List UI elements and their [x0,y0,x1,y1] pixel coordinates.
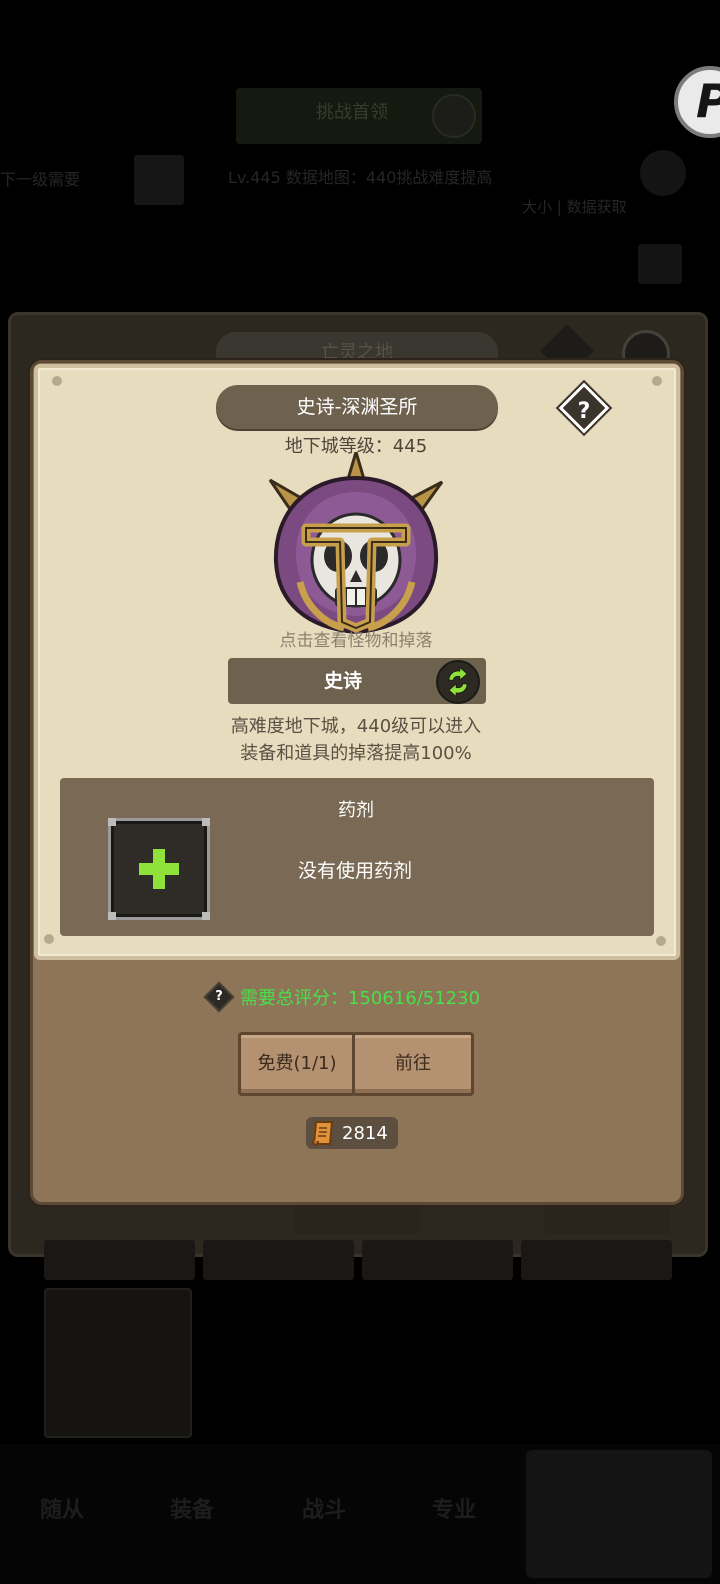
scroll-count: 2814 [342,1122,388,1144]
dungeon-description-line2: 装备和道具的掉落提高100% [240,743,472,764]
difficulty-label: 史诗 [323,670,362,692]
bg-monster-card [44,1288,192,1438]
free-button[interactable]: 免费(1/1) [238,1032,356,1096]
bg-status-left: 下一级需要 [0,170,81,189]
bg-settings-icon [640,150,686,196]
help-icon: ? [577,399,591,425]
view-monsters-hint[interactable]: 点击查看怪物和掉落 [0,626,712,651]
bg-status-right: 大小 | 数据获取 [522,198,627,216]
plus-icon [139,849,179,889]
skull-boss-icon[interactable] [266,452,446,638]
score-help-icon[interactable]: ? [203,981,235,1013]
challenge-boss-button: 挑战首领 [236,88,482,144]
action-buttons: 免费(1/1) 前往 [238,1032,474,1096]
add-potion-button[interactable] [108,818,210,920]
scroll-currency: 2814 [306,1117,398,1149]
scroll-icon [312,1121,334,1146]
required-score-label: 需要总评分：150616/51230 [240,988,481,1009]
bg-tabs [44,1240,672,1280]
potion-status: 没有使用药剂 [298,860,413,882]
nav-battle: 战斗 [302,1498,347,1523]
boss-icon [432,94,476,138]
bg-shop-icon [638,244,682,284]
nav-followers: 随从 [40,1498,85,1523]
app-logo-icon: P [674,66,720,138]
required-score: ? 需要总评分：150616/51230 [203,981,481,1013]
bottom-nav: 随从 装备 战斗 专业 [0,1444,720,1584]
go-button[interactable]: 前往 [352,1032,474,1096]
switch-difficulty-icon[interactable] [436,660,480,704]
dungeon-description-line1: 高难度地下城，440级可以进入 [230,716,482,737]
nav-profession: 专业 [432,1498,477,1523]
nav-equipment: 装备 [170,1498,215,1523]
bg-status-line: Lv.445 数据地图：440挑战难度提高 [228,168,493,187]
dungeon-title: 史诗-深渊圣所 [216,385,498,429]
bg-item-icon [134,155,184,205]
nav-home-button [526,1450,712,1578]
challenge-boss-label: 挑战首领 [316,102,388,123]
potion-title: 药剂 [338,800,374,821]
